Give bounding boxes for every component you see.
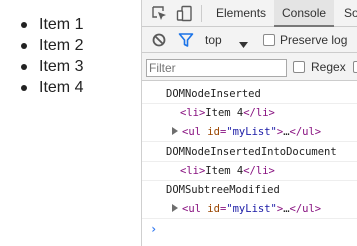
bullet-icon (21, 85, 27, 91)
preserve-log-label: Preserve log (280, 33, 348, 47)
list-item-label: Item 3 (39, 58, 84, 75)
hide-network-checkbox[interactable] (353, 61, 357, 73)
regex-label: Regex (311, 60, 346, 74)
attr-name: id (207, 203, 220, 215)
console-node-collapsed[interactable]: <ul id="myList">…</ul> (142, 123, 357, 142)
list-item-label: Item 4 (39, 79, 84, 96)
tab-sources[interactable]: So (342, 0, 357, 27)
devtools-panel: Elements Console So top Preserve log Reg… (141, 0, 357, 246)
node-close-tag: </ul> (289, 126, 322, 138)
device-toggle-icon[interactable] (176, 5, 193, 22)
list-item-label: Item 2 (39, 37, 84, 54)
filter-bar: Regex (142, 53, 357, 81)
message-text: DOMSubtreeModified (166, 184, 280, 196)
list-item-label: Item 1 (39, 16, 84, 33)
console-node[interactable]: <li>Item 4</li> (142, 162, 357, 181)
console-prompt[interactable]: › (150, 222, 157, 236)
regex-checkbox[interactable] (293, 61, 305, 73)
clear-console-icon[interactable] (151, 32, 167, 48)
page-content: Item 1 Item 2 Item 3 Item 4 (0, 0, 141, 246)
node-close-tag: </li> (243, 107, 275, 119)
attr-value: "myList" (226, 203, 277, 215)
tab-elements[interactable]: Elements (208, 0, 274, 27)
devtools-tabbar: Elements Console So (142, 0, 357, 27)
node-open-tag: <ul (182, 126, 201, 138)
toolbar-divider (201, 5, 202, 22)
bullet-icon (21, 43, 27, 49)
node-open-tag: <ul (182, 203, 201, 215)
node-open-tag: <li> (180, 165, 206, 177)
list-item: Item 3 (0, 56, 83, 77)
preserve-log-checkbox[interactable] (263, 34, 275, 46)
console-message: DOMNodeInserted (142, 85, 357, 104)
message-text: DOMNodeInsertedIntoDocument (166, 146, 337, 158)
inspect-element-icon[interactable] (151, 5, 168, 22)
console-toolbar: top Preserve log (142, 27, 357, 53)
node-text: Item 4 (205, 107, 244, 119)
node-text: Item 4 (205, 165, 244, 177)
context-selector-label[interactable]: top (205, 27, 222, 53)
console-message: DOMNodeInsertedIntoDocument (142, 143, 357, 162)
console-node[interactable]: <li>Item 4</li> (142, 104, 357, 123)
bullet-icon (21, 64, 27, 70)
bullet-icon (21, 22, 27, 28)
list-item: Item 2 (0, 35, 83, 56)
expand-arrow-icon[interactable] (172, 204, 178, 212)
filter-input[interactable] (146, 59, 287, 77)
message-text: DOMNodeInserted (166, 88, 261, 100)
attr-name: id (207, 126, 220, 138)
item-list: Item 1 Item 2 Item 3 Item 4 (0, 14, 83, 98)
tab-console[interactable]: Console (274, 0, 335, 27)
list-item: Item 4 (0, 77, 83, 98)
dropdown-arrow-icon[interactable] (239, 37, 248, 48)
expand-arrow-icon[interactable] (172, 127, 178, 135)
console-messages: DOMNodeInserted <li>Item 4</li> <ul id="… (142, 81, 357, 246)
attr-value: "myList" (226, 126, 277, 138)
node-open-tag: <li> (180, 107, 206, 119)
console-message: DOMSubtreeModified (142, 181, 357, 200)
filter-icon[interactable] (178, 32, 194, 48)
node-close-tag: </li> (243, 165, 275, 177)
list-item: Item 1 (0, 14, 83, 35)
console-node-collapsed[interactable]: <ul id="myList">…</ul> (142, 200, 357, 219)
node-close-tag: </ul> (289, 203, 322, 215)
